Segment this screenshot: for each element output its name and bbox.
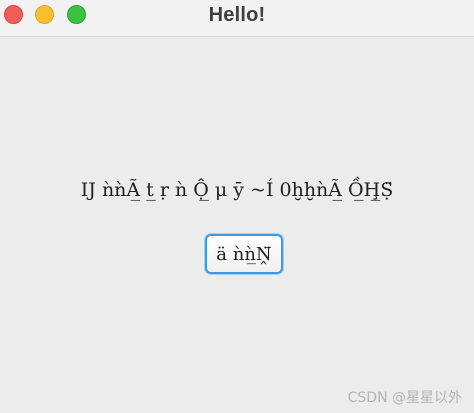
watermark-text: CSDN @星星以外 <box>347 390 462 406</box>
title-bar: Hello! <box>0 0 474 37</box>
content-area: IJ ǹǹÃ̲ t̲ ṛ ǹ Ộ̲ μ ȳ ~Í 0ḫḫǹÃ̲ Ồ̲Ḩ̲Ṣ̈ ä… <box>0 37 474 413</box>
app-window: Hello! IJ ǹǹÃ̲ t̲ ṛ ǹ Ộ̲ μ ȳ ~Í 0ḫḫǹÃ̲ Ồ… <box>0 0 474 413</box>
message-label: IJ ǹǹÃ̲ t̲ ṛ ǹ Ộ̲ μ ȳ ~Í 0ḫḫǹÃ̲ Ồ̲Ḩ̲Ṣ̈ <box>80 179 394 201</box>
action-button[interactable]: ä ǹǹ̲Ṋ̈ <box>205 234 283 274</box>
window-title: Hello! <box>208 4 266 26</box>
